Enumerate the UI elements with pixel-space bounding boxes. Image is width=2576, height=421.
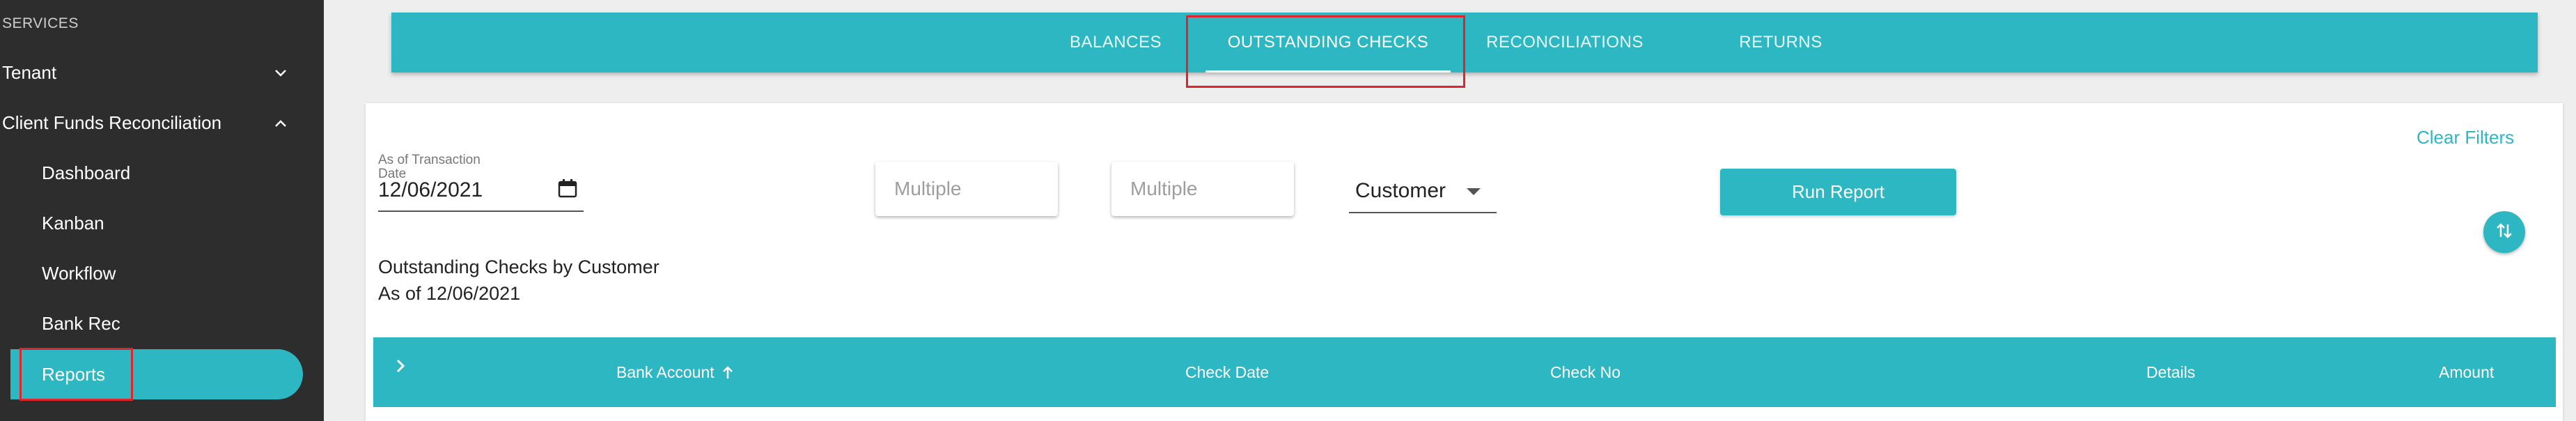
tab-label: RECONCILIATIONS — [1486, 33, 1644, 52]
sidebar: SERVICES Tenant Client Funds Reconciliat… — [0, 0, 324, 421]
highlight-box-reports — [19, 348, 133, 401]
date-field[interactable]: 12/06/2021 — [378, 178, 483, 202]
multi-select-filter-1[interactable]: Multiple — [875, 162, 1058, 216]
date-field-underline — [378, 210, 584, 212]
tab-balances[interactable]: BALANCES — [1018, 13, 1213, 72]
sidebar-item-label: Kanban — [42, 212, 104, 234]
sidebar-section-label: SERVICES — [2, 15, 79, 31]
tab-label: RETURNS — [1739, 33, 1822, 52]
sidebar-item-bank-rec[interactable]: Bank Rec — [0, 298, 306, 349]
group-by-underline — [1349, 212, 1497, 213]
group-by-select[interactable]: Customer — [1355, 179, 1446, 203]
sort-toggle-button[interactable] — [2483, 211, 2525, 253]
sidebar-item-label: Client Funds Reconciliation — [2, 112, 222, 133]
column-header-check-no[interactable]: Check No — [1550, 337, 1621, 407]
sidebar-item-label: Tenant — [2, 61, 57, 83]
multi-select-filter-2[interactable]: Multiple — [1111, 162, 1294, 216]
tab-label: BALANCES — [1069, 33, 1162, 52]
column-label: Bank Account — [616, 362, 715, 381]
report-title: Outstanding Checks by Customer — [378, 257, 659, 277]
column-header-bank-account[interactable]: Bank Account — [616, 337, 734, 407]
date-field-label: As of Transaction Date — [378, 153, 481, 181]
chevron-up-icon — [274, 114, 287, 132]
sidebar-item-client-funds-reconciliation[interactable]: Client Funds Reconciliation — [0, 98, 306, 148]
sidebar-item-tenant[interactable]: Tenant — [0, 47, 306, 98]
report-as-of-date: As of 12/06/2021 — [378, 283, 521, 304]
sidebar-item-workflow[interactable]: Workflow — [0, 248, 306, 298]
tab-returns[interactable]: RETURNS — [1680, 13, 1882, 72]
column-header-check-date[interactable]: Check Date — [1185, 337, 1269, 407]
highlight-box-outstanding-checks — [1186, 15, 1465, 88]
column-header-amount[interactable]: Amount — [2439, 337, 2494, 407]
swap-vertical-icon — [2494, 220, 2515, 245]
sidebar-item-dashboard[interactable]: Dashboard — [0, 148, 306, 198]
tab-reconciliations[interactable]: RECONCILIATIONS — [1457, 13, 1673, 72]
clear-filters-link[interactable]: Clear Filters — [2417, 127, 2528, 148]
sidebar-item-label: Bank Rec — [42, 312, 120, 334]
table-header: Bank Account Check Date Check No Details… — [373, 337, 2556, 407]
expand-all-chevron-icon[interactable] — [395, 357, 406, 379]
run-report-button[interactable]: Run Report — [1720, 169, 1956, 215]
sidebar-item-label: Dashboard — [42, 162, 131, 183]
chevron-down-icon — [274, 63, 287, 82]
column-header-details[interactable]: Details — [2146, 337, 2195, 407]
calendar-icon[interactable] — [557, 178, 578, 199]
dropdown-caret-icon[interactable] — [1467, 188, 1481, 195]
sidebar-item-kanban[interactable]: Kanban — [0, 198, 306, 248]
sidebar-item-label: Workflow — [42, 262, 116, 284]
sort-arrow-up-icon — [721, 365, 734, 380]
